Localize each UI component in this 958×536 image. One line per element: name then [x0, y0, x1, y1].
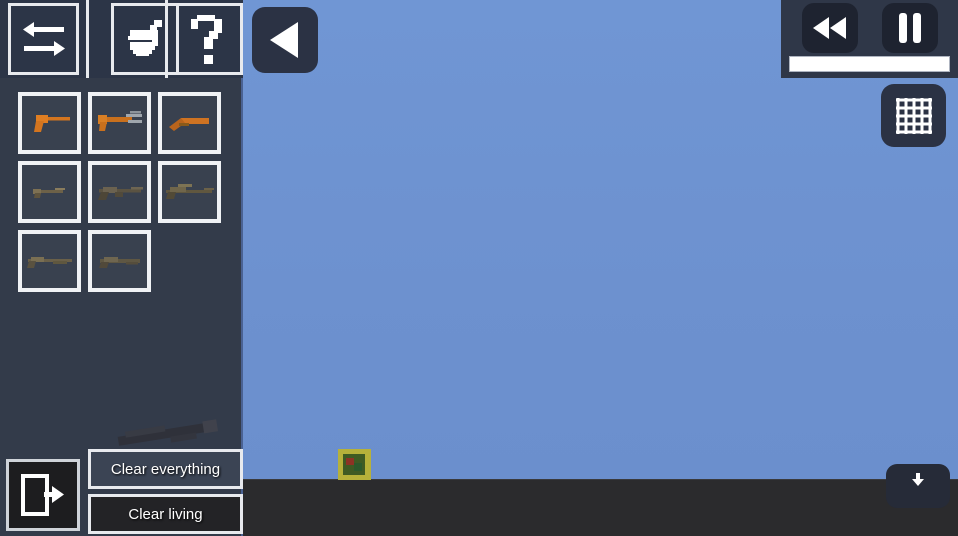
- weapon-inventory-grid: [18, 92, 228, 299]
- rewind-icon: [812, 17, 846, 39]
- grid-button[interactable]: [881, 84, 946, 147]
- paint-tool-button[interactable]: [111, 3, 179, 75]
- help-tool-button[interactable]: [175, 3, 244, 75]
- block-detail-c: [354, 463, 362, 471]
- pistol-icon: [33, 115, 70, 132]
- toolbar-divider-1: [86, 0, 89, 78]
- inventory-slot-pistol[interactable]: [18, 92, 81, 154]
- sawed-off-shotgun-icon: [168, 118, 209, 131]
- download-icon: [912, 473, 924, 486]
- long-rifle-icon: [26, 257, 72, 268]
- clear-living-button[interactable]: Clear living: [88, 494, 243, 534]
- question-mark-icon: [191, 15, 223, 64]
- triangle-left-icon: [270, 22, 298, 58]
- pause-icon: [898, 13, 921, 43]
- playback-controls: [781, 0, 958, 78]
- assault-rifle-icon: [97, 187, 143, 200]
- panel-toolbar: [0, 0, 244, 78]
- swap-tool-button[interactable]: [8, 3, 80, 75]
- inventory-slot-assault-rifle[interactable]: [88, 161, 151, 223]
- back-button[interactable]: [252, 7, 318, 73]
- exit-door-icon: [21, 474, 64, 516]
- clear-everything-label: Clear everything: [110, 460, 221, 478]
- speed-slider[interactable]: [789, 56, 950, 72]
- download-button[interactable]: [886, 464, 950, 508]
- swap-arrows-icon: [22, 22, 65, 56]
- exit-button[interactable]: [6, 459, 80, 531]
- playback-button-row: [781, 3, 958, 53]
- toolbar-divider-2: [165, 0, 168, 78]
- spawned-block-entity[interactable]: [338, 449, 371, 480]
- block-detail-b: [346, 458, 354, 465]
- smg-icon: [97, 111, 142, 131]
- inventory-slot-smg[interactable]: [88, 92, 151, 154]
- inventory-slot-sniper-rifle[interactable]: [158, 161, 221, 223]
- inventory-slot-sawed-off-shotgun[interactable]: [158, 92, 221, 154]
- weapon-selection-panel: Clear everything Clear living: [0, 0, 244, 536]
- sniper-rifle-icon: [165, 184, 214, 199]
- grid-icon: [895, 97, 932, 134]
- shotgun-icon: [98, 257, 140, 268]
- inventory-slot-shotgun[interactable]: [88, 230, 151, 292]
- compact-rifle-icon: [32, 188, 65, 198]
- inventory-slot-long-rifle[interactable]: [18, 230, 81, 292]
- clear-living-label: Clear living: [128, 505, 203, 523]
- inventory-slot-compact-rifle[interactable]: [18, 161, 81, 223]
- paint-bucket-icon: [127, 20, 162, 56]
- rewind-button[interactable]: [801, 3, 858, 53]
- clear-everything-button[interactable]: Clear everything: [88, 449, 243, 489]
- pause-button[interactable]: [881, 3, 938, 53]
